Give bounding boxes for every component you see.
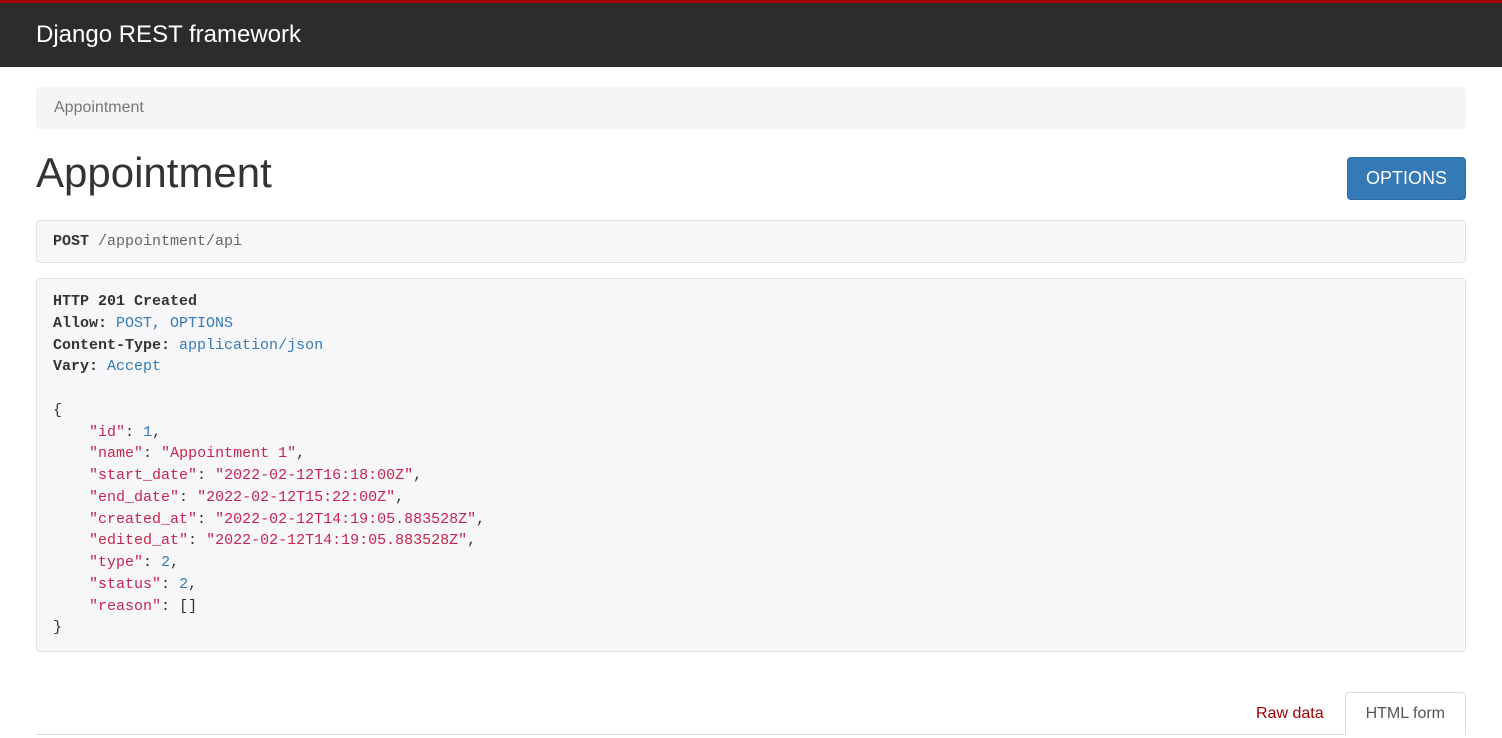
request-path: /appointment/api — [98, 233, 242, 250]
page-title: Appointment — [36, 149, 272, 197]
request-method: POST — [53, 233, 89, 250]
navbar-brand-link[interactable]: Django REST framework — [0, 21, 301, 48]
navbar: Django REST framework — [0, 3, 1502, 67]
form-tabs: Raw data HTML form — [36, 692, 1466, 735]
tab-raw-data[interactable]: Raw data — [1235, 692, 1345, 735]
breadcrumb-current: Appointment — [54, 99, 144, 116]
breadcrumb: Appointment — [36, 87, 1466, 129]
request-info-panel: POST /appointment/api — [36, 220, 1466, 263]
tab-html-form[interactable]: HTML form — [1345, 692, 1466, 735]
response-panel: HTTP 201 Created Allow: POST, OPTIONS Co… — [36, 278, 1466, 652]
options-button[interactable]: OPTIONS — [1347, 157, 1466, 200]
